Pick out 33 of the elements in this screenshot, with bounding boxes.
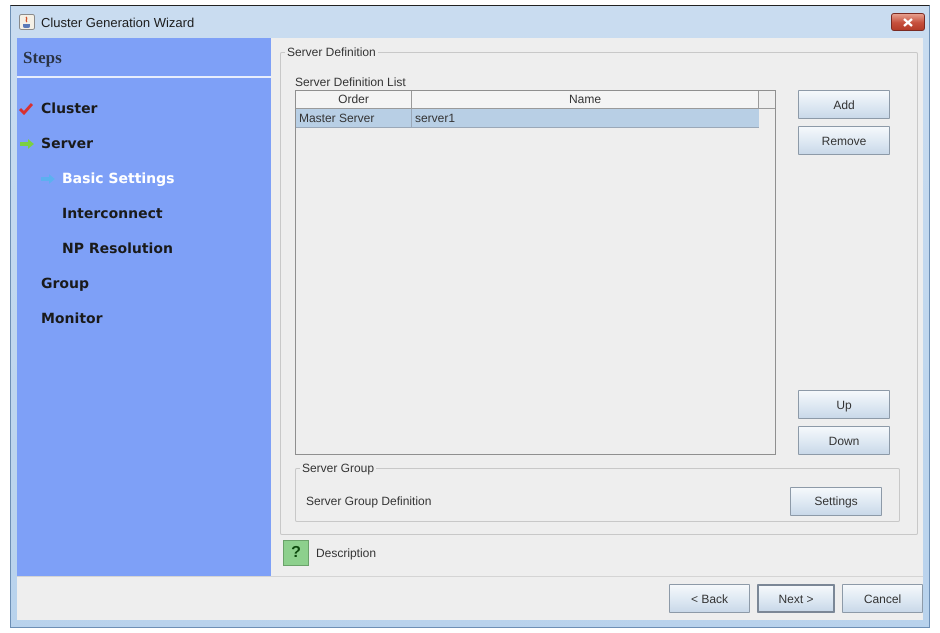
check-icon: [19, 102, 33, 114]
close-icon: [903, 18, 913, 26]
action-button[interactable]: Remove: [798, 126, 890, 155]
action-button[interactable]: Add: [798, 90, 890, 119]
column-header[interactable]: Order: [296, 91, 412, 109]
group-title: Server Group: [300, 461, 376, 475]
footer-button[interactable]: < Back: [669, 584, 750, 613]
arrow-icon: [40, 172, 56, 184]
settings-button[interactable]: Settings: [790, 486, 882, 516]
table-cell: Master Server: [296, 109, 412, 127]
step-label: Server: [41, 136, 94, 152]
group-title: Server Definition: [285, 45, 378, 59]
step-label: Cluster: [41, 100, 98, 116]
action-button[interactable]: Down: [798, 426, 890, 455]
window-title: Cluster Generation Wizard: [41, 14, 196, 30]
step-label: Interconnect: [62, 206, 163, 222]
column-header[interactable]: Name: [412, 91, 759, 109]
steps-heading: Steps: [17, 38, 271, 78]
step-label: Basic Settings: [62, 170, 175, 186]
footer-button[interactable]: Next >: [757, 584, 835, 613]
footer-button[interactable]: Cancel: [842, 584, 923, 613]
table-row[interactable]: Master Server server1: [296, 109, 759, 128]
step-label: NP Resolution: [62, 240, 173, 256]
step-label: Monitor: [41, 310, 103, 326]
list-label: Server Definition List: [295, 75, 407, 89]
arrow-icon: [19, 138, 35, 150]
table-cell-text: server1: [414, 110, 456, 127]
setting-label: Server Group Definition: [306, 494, 432, 508]
step-label: Group: [41, 276, 90, 292]
action-button[interactable]: Up: [798, 390, 890, 419]
help-icon[interactable]: ?: [283, 540, 309, 566]
description-label: Description: [316, 546, 376, 560]
close-button[interactable]: [891, 13, 925, 31]
